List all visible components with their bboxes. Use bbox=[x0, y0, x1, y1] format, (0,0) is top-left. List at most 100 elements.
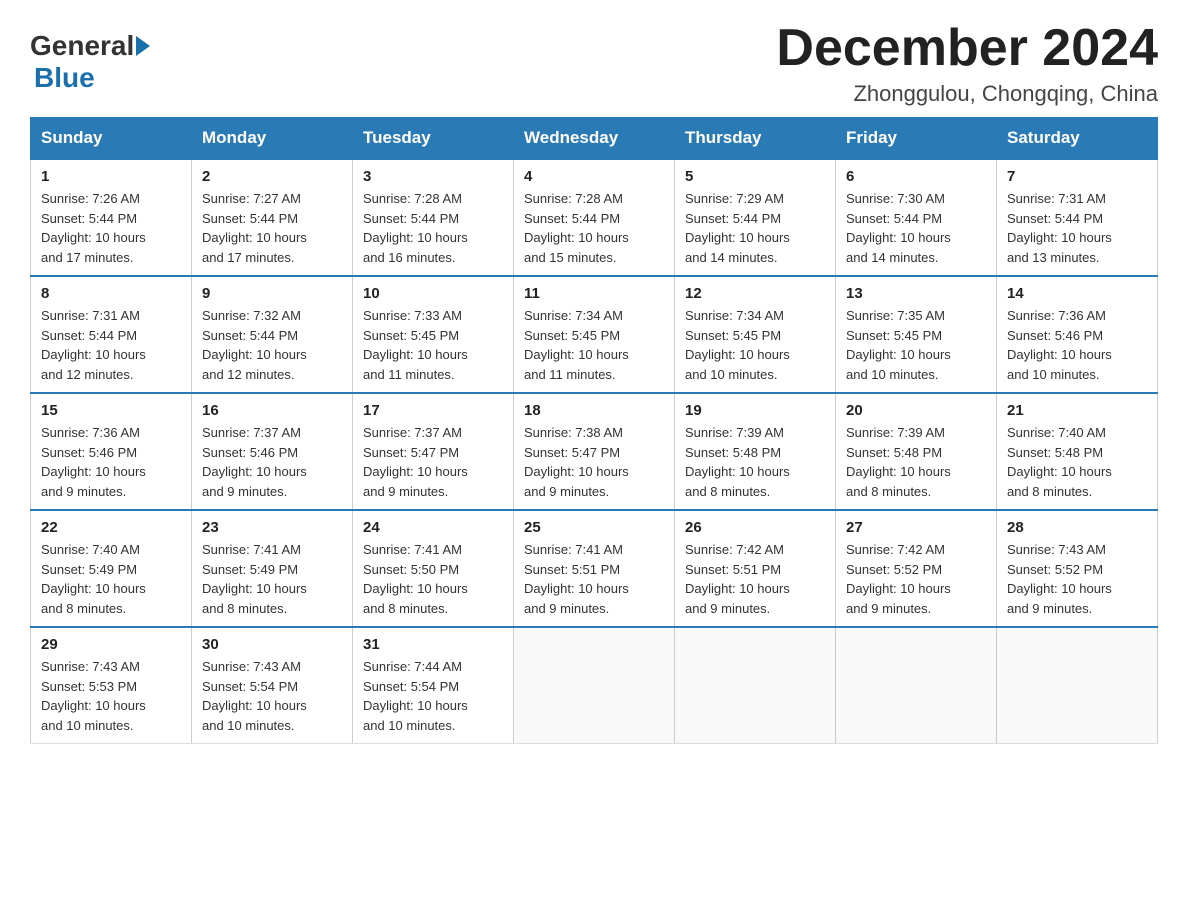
day-number: 5 bbox=[685, 168, 825, 185]
calendar-header-cell: Sunday bbox=[31, 118, 192, 160]
calendar-header-cell: Saturday bbox=[997, 118, 1158, 160]
calendar-day-cell: 30Sunrise: 7:43 AMSunset: 5:54 PMDayligh… bbox=[192, 627, 353, 744]
day-number: 15 bbox=[41, 402, 181, 419]
day-number: 18 bbox=[524, 402, 664, 419]
calendar-header-row: SundayMondayTuesdayWednesdayThursdayFrid… bbox=[31, 118, 1158, 160]
day-info: Sunrise: 7:39 AMSunset: 5:48 PMDaylight:… bbox=[685, 423, 825, 501]
calendar-day-cell: 20Sunrise: 7:39 AMSunset: 5:48 PMDayligh… bbox=[836, 393, 997, 510]
day-number: 20 bbox=[846, 402, 986, 419]
day-number: 31 bbox=[363, 636, 503, 653]
day-info: Sunrise: 7:36 AMSunset: 5:46 PMDaylight:… bbox=[1007, 306, 1147, 384]
day-info: Sunrise: 7:37 AMSunset: 5:46 PMDaylight:… bbox=[202, 423, 342, 501]
logo-blue-text: Blue bbox=[34, 62, 95, 93]
calendar-week-row: 22Sunrise: 7:40 AMSunset: 5:49 PMDayligh… bbox=[31, 510, 1158, 627]
calendar-week-row: 1Sunrise: 7:26 AMSunset: 5:44 PMDaylight… bbox=[31, 159, 1158, 276]
calendar-week-row: 8Sunrise: 7:31 AMSunset: 5:44 PMDaylight… bbox=[31, 276, 1158, 393]
location-subtitle: Zhonggulou, Chongqing, China bbox=[776, 81, 1158, 107]
calendar-header-cell: Tuesday bbox=[353, 118, 514, 160]
day-info: Sunrise: 7:42 AMSunset: 5:52 PMDaylight:… bbox=[846, 540, 986, 618]
day-info: Sunrise: 7:38 AMSunset: 5:47 PMDaylight:… bbox=[524, 423, 664, 501]
day-number: 9 bbox=[202, 285, 342, 302]
calendar-day-cell: 11 Sunrise: 7:34 AMSunset: 5:45 PMDayligh… bbox=[514, 276, 675, 393]
calendar-header-cell: Monday bbox=[192, 118, 353, 160]
day-info: Sunrise: 7:43 AMSunset: 5:52 PMDaylight:… bbox=[1007, 540, 1147, 618]
day-number: 2 bbox=[202, 168, 342, 185]
calendar-day-cell: 7Sunrise: 7:31 AMSunset: 5:44 PMDaylight… bbox=[997, 159, 1158, 276]
day-info: Sunrise: 7:34 AMSunset: 5:45 PMDaylight:… bbox=[685, 306, 825, 384]
day-number: 30 bbox=[202, 636, 342, 653]
day-number: 22 bbox=[41, 519, 181, 536]
day-info: Sunrise: 7:31 AMSunset: 5:44 PMDaylight:… bbox=[1007, 189, 1147, 267]
title-block: December 2024 Zhonggulou, Chongqing, Chi… bbox=[776, 20, 1158, 107]
calendar-day-cell bbox=[514, 627, 675, 744]
calendar-day-cell: 10Sunrise: 7:33 AMSunset: 5:45 PMDayligh… bbox=[353, 276, 514, 393]
logo-arrow-icon bbox=[136, 36, 150, 56]
day-number: 11 bbox=[524, 285, 664, 302]
calendar-header-cell: Friday bbox=[836, 118, 997, 160]
calendar-day-cell: 24Sunrise: 7:41 AMSunset: 5:50 PMDayligh… bbox=[353, 510, 514, 627]
calendar-week-row: 15 Sunrise: 7:36 AMSunset: 5:46 PMDayligh… bbox=[31, 393, 1158, 510]
day-number: 28 bbox=[1007, 519, 1147, 536]
logo: General Blue bbox=[30, 20, 152, 94]
calendar-day-cell: 2 Sunrise: 7:27 AMSunset: 5:44 PMDaylight… bbox=[192, 159, 353, 276]
day-info: Sunrise: 7:41 AMSunset: 5:49 PMDaylight:… bbox=[202, 540, 342, 618]
calendar-day-cell: 5 Sunrise: 7:29 AMSunset: 5:44 PMDaylight… bbox=[675, 159, 836, 276]
day-info: Sunrise: 7:36 AMSunset: 5:46 PMDaylight:… bbox=[41, 423, 181, 501]
calendar-day-cell: 13Sunrise: 7:35 AMSunset: 5:45 PMDayligh… bbox=[836, 276, 997, 393]
day-info: Sunrise: 7:30 AMSunset: 5:44 PMDaylight:… bbox=[846, 189, 986, 267]
calendar-day-cell: 26Sunrise: 7:42 AMSunset: 5:51 PMDayligh… bbox=[675, 510, 836, 627]
calendar-header-cell: Thursday bbox=[675, 118, 836, 160]
day-info: Sunrise: 7:27 AMSunset: 5:44 PMDaylight:… bbox=[202, 189, 342, 267]
calendar-day-cell: 31Sunrise: 7:44 AMSunset: 5:54 PMDayligh… bbox=[353, 627, 514, 744]
day-number: 1 bbox=[41, 168, 181, 185]
day-info: Sunrise: 7:42 AMSunset: 5:51 PMDaylight:… bbox=[685, 540, 825, 618]
day-info: Sunrise: 7:41 AMSunset: 5:50 PMDaylight:… bbox=[363, 540, 503, 618]
logo-general-text: General bbox=[30, 30, 134, 62]
calendar-week-row: 29Sunrise: 7:43 AMSunset: 5:53 PMDayligh… bbox=[31, 627, 1158, 744]
calendar-day-cell: 18 Sunrise: 7:38 AMSunset: 5:47 PMDayligh… bbox=[514, 393, 675, 510]
day-info: Sunrise: 7:37 AMSunset: 5:47 PMDaylight:… bbox=[363, 423, 503, 501]
day-number: 4 bbox=[524, 168, 664, 185]
day-info: Sunrise: 7:43 AMSunset: 5:53 PMDaylight:… bbox=[41, 657, 181, 735]
calendar-day-cell: 21Sunrise: 7:40 AMSunset: 5:48 PMDayligh… bbox=[997, 393, 1158, 510]
calendar-day-cell: 14 Sunrise: 7:36 AMSunset: 5:46 PMDayligh… bbox=[997, 276, 1158, 393]
calendar-day-cell bbox=[675, 627, 836, 744]
calendar-day-cell: 27 Sunrise: 7:42 AMSunset: 5:52 PMDayligh… bbox=[836, 510, 997, 627]
day-number: 10 bbox=[363, 285, 503, 302]
calendar-day-cell bbox=[836, 627, 997, 744]
calendar-day-cell: 29Sunrise: 7:43 AMSunset: 5:53 PMDayligh… bbox=[31, 627, 192, 744]
calendar-day-cell: 19 Sunrise: 7:39 AMSunset: 5:48 PMDayligh… bbox=[675, 393, 836, 510]
calendar-day-cell: 1Sunrise: 7:26 AMSunset: 5:44 PMDaylight… bbox=[31, 159, 192, 276]
calendar-day-cell: 12 Sunrise: 7:34 AMSunset: 5:45 PMDayligh… bbox=[675, 276, 836, 393]
day-info: Sunrise: 7:28 AMSunset: 5:44 PMDaylight:… bbox=[524, 189, 664, 267]
calendar-day-cell: 22Sunrise: 7:40 AMSunset: 5:49 PMDayligh… bbox=[31, 510, 192, 627]
month-title: December 2024 bbox=[776, 20, 1158, 77]
day-number: 27 bbox=[846, 519, 986, 536]
day-number: 21 bbox=[1007, 402, 1147, 419]
day-number: 6 bbox=[846, 168, 986, 185]
calendar-day-cell: 23 Sunrise: 7:41 AMSunset: 5:49 PMDayligh… bbox=[192, 510, 353, 627]
day-number: 16 bbox=[202, 402, 342, 419]
calendar-day-cell: 15 Sunrise: 7:36 AMSunset: 5:46 PMDayligh… bbox=[31, 393, 192, 510]
calendar-table: SundayMondayTuesdayWednesdayThursdayFrid… bbox=[30, 117, 1158, 744]
calendar-day-cell: 16 Sunrise: 7:37 AMSunset: 5:46 PMDayligh… bbox=[192, 393, 353, 510]
calendar-day-cell: 3 Sunrise: 7:28 AMSunset: 5:44 PMDaylight… bbox=[353, 159, 514, 276]
day-number: 3 bbox=[363, 168, 503, 185]
calendar-body: 1Sunrise: 7:26 AMSunset: 5:44 PMDaylight… bbox=[31, 159, 1158, 744]
day-number: 12 bbox=[685, 285, 825, 302]
day-info: Sunrise: 7:34 AMSunset: 5:45 PMDaylight:… bbox=[524, 306, 664, 384]
calendar-day-cell: 28 Sunrise: 7:43 AMSunset: 5:52 PMDayligh… bbox=[997, 510, 1158, 627]
calendar-day-cell: 25Sunrise: 7:41 AMSunset: 5:51 PMDayligh… bbox=[514, 510, 675, 627]
day-info: Sunrise: 7:28 AMSunset: 5:44 PMDaylight:… bbox=[363, 189, 503, 267]
day-info: Sunrise: 7:29 AMSunset: 5:44 PMDaylight:… bbox=[685, 189, 825, 267]
day-number: 8 bbox=[41, 285, 181, 302]
day-number: 23 bbox=[202, 519, 342, 536]
day-number: 14 bbox=[1007, 285, 1147, 302]
calendar-day-cell: 4 Sunrise: 7:28 AMSunset: 5:44 PMDaylight… bbox=[514, 159, 675, 276]
calendar-header-cell: Wednesday bbox=[514, 118, 675, 160]
calendar-day-cell: 9Sunrise: 7:32 AMSunset: 5:44 PMDaylight… bbox=[192, 276, 353, 393]
page-header: General Blue December 2024 Zhonggulou, C… bbox=[30, 20, 1158, 107]
day-info: Sunrise: 7:35 AMSunset: 5:45 PMDaylight:… bbox=[846, 306, 986, 384]
day-number: 25 bbox=[524, 519, 664, 536]
day-number: 19 bbox=[685, 402, 825, 419]
